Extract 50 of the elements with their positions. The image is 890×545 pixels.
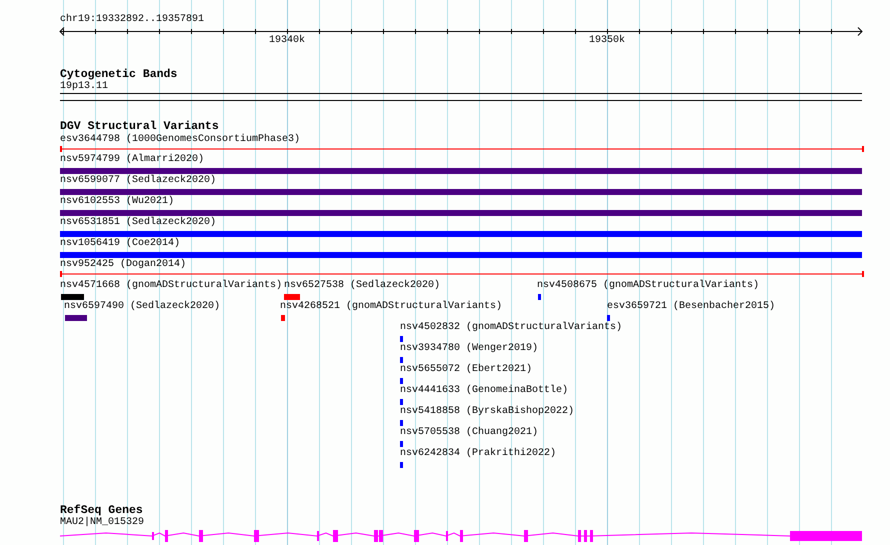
feature-label: nsv5418858 (ByrskaBishop2022) — [400, 406, 574, 418]
track-title: DGV Structural Variants — [60, 120, 219, 134]
chromosome-band[interactable] — [60, 93, 862, 101]
tick-label: 19350k — [589, 35, 625, 47]
feature-label: nsv5655072 (Ebert2021) — [400, 364, 532, 376]
feature-bar[interactable] — [400, 399, 403, 405]
location-label: chr19:19332892..19357891 — [60, 14, 204, 26]
feature-bar[interactable] — [284, 294, 300, 300]
feature-bar[interactable] — [538, 294, 541, 300]
feature-bar[interactable] — [61, 294, 84, 300]
feature-label: nsv4268521 (gnomADStructuralVariants) — [280, 301, 502, 313]
feature-label: nsv1056419 (Coe2014) — [60, 238, 180, 250]
feature-line[interactable] — [60, 271, 864, 277]
feature-label: nsv6527538 (Sedlazeck2020) — [284, 280, 440, 292]
feature-label: nsv6597490 (Sedlazeck2020) — [64, 301, 220, 313]
gene-model-drawing[interactable] — [60, 529, 862, 543]
feature-bar[interactable] — [400, 420, 403, 426]
feature-label: nsv4571668 (gnomADStructuralVariants) — [60, 280, 282, 292]
feature-label: nsv6242834 (Prakrithi2022) — [400, 448, 556, 460]
feature-label: nsv4508675 (gnomADStructuralVariants) — [537, 280, 760, 292]
feature-bar[interactable] — [400, 441, 403, 447]
gene-label: MAU2|NM_015329 — [60, 517, 144, 529]
track-title: RefSeq Genes — [60, 504, 143, 517]
feature-label: nsv5974799 (Almarri2020) — [60, 154, 204, 166]
feature-label: nsv6102553 (Wu2021) — [60, 196, 174, 208]
feature-bar[interactable] — [60, 252, 862, 258]
feature-label: nsv5705538 (Chuang2021) — [400, 427, 538, 439]
feature-bar[interactable] — [400, 378, 403, 384]
band-label: 19p13.11 — [60, 81, 108, 93]
feature-bar[interactable] — [60, 168, 862, 174]
feature-label: nsv952425 (Dogan2014) — [60, 259, 186, 271]
feature-bar[interactable] — [60, 189, 862, 195]
feature-line[interactable] — [60, 146, 864, 152]
feature-bar[interactable] — [400, 336, 403, 342]
feature-label: nsv6531851 (Sedlazeck2020) — [60, 217, 216, 229]
feature-bar[interactable] — [400, 462, 403, 468]
feature-label: esv3644798 (1000GenomesConsortiumPhase3) — [60, 134, 300, 146]
feature-bar[interactable] — [65, 315, 87, 321]
feature-bar[interactable] — [281, 315, 285, 321]
feature-bar[interactable] — [60, 210, 862, 216]
feature-bar[interactable] — [400, 357, 403, 363]
tick-label: 19340k — [269, 35, 305, 47]
feature-label: esv3659721 (Besenbacher2015) — [607, 301, 776, 313]
feature-bar[interactable] — [60, 231, 862, 237]
feature-label: nsv4502832 (gnomADStructuralVariants) — [400, 322, 622, 334]
feature-label: nsv4441633 (GenomeinaBottle) — [400, 385, 568, 397]
track-title: Cytogenetic Bands — [60, 68, 178, 81]
feature-label: nsv3934780 (Wenger2019) — [400, 343, 538, 355]
feature-bar[interactable] — [607, 315, 610, 321]
feature-label: nsv6599077 (Sedlazeck2020) — [60, 175, 216, 187]
